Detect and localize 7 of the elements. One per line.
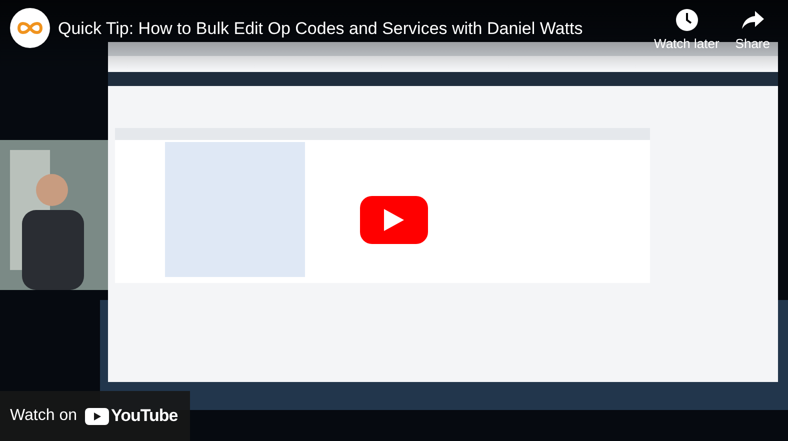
play-logo-icon [85,408,109,424]
video-title[interactable]: Quick Tip: How to Bulk Edit Op Codes and Services with Daniel Watts [58,16,646,42]
watch-on-youtube-button[interactable]: Watch on YouTube [0,391,190,441]
infinity-icon [16,20,44,36]
clock-icon [674,8,699,32]
play-icon [384,209,404,231]
play-button[interactable] [360,196,428,244]
